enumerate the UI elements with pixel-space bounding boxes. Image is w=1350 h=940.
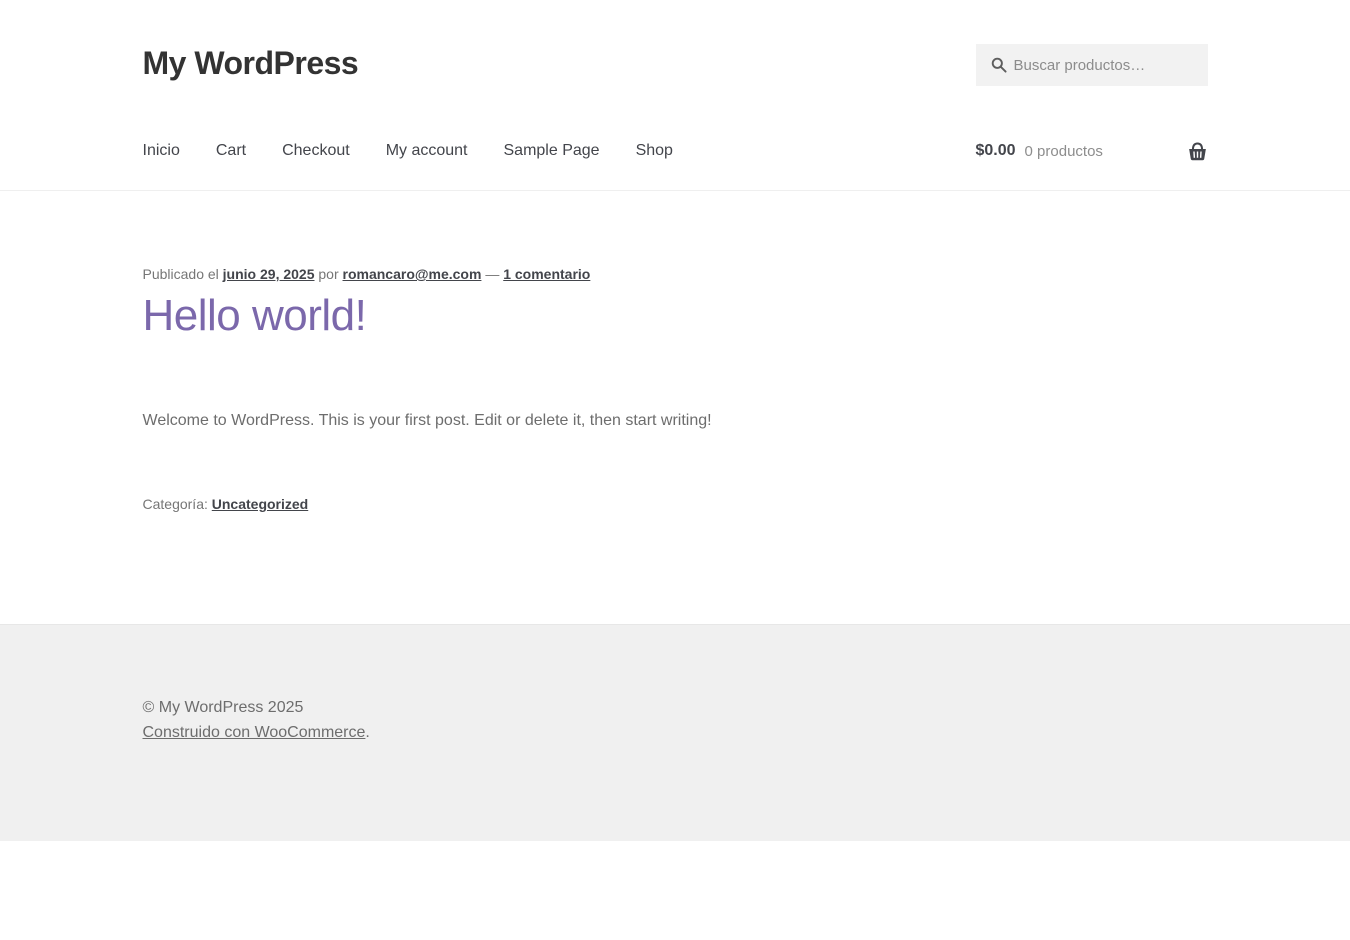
- nav-item-checkout[interactable]: Checkout: [282, 140, 350, 162]
- cart-total: $0.00: [975, 142, 1016, 159]
- product-search-form: [975, 44, 1208, 86]
- post-title: Hello world!: [143, 290, 1208, 342]
- post-content: Welcome to WordPress. This is your first…: [142, 412, 712, 429]
- site-main: Publicado el junio 29, 2025 por romancar…: [143, 191, 1208, 624]
- entry-meta: Publicado el junio 29, 2025 por romancar…: [143, 264, 1208, 284]
- site-header: My WordPress Inicio Cart Checkout My acc…: [0, 0, 1350, 191]
- nav-item-sample-page[interactable]: Sample Page: [504, 140, 600, 162]
- nav-item-my-account[interactable]: My account: [386, 140, 468, 162]
- nav-item-inicio[interactable]: Inicio: [143, 140, 180, 162]
- copyright-text: © My WordPress 2025: [142, 699, 304, 716]
- primary-navigation: Inicio Cart Checkout My account Sample P…: [143, 140, 1208, 190]
- woocommerce-credit-link[interactable]: Construido con WooCommerce: [143, 724, 366, 741]
- meta-published-label: Publicado el: [142, 266, 219, 282]
- post-taxonomy: Categoría: Uncategorized: [143, 494, 1208, 514]
- meta-by-label: por: [318, 266, 339, 282]
- search-icon: [991, 57, 1007, 73]
- meta-separator: —: [485, 266, 500, 282]
- post-comments-link[interactable]: 1 comentario: [503, 266, 590, 282]
- footer-credit: Construido con WooCommerce.: [143, 721, 1208, 744]
- category-link[interactable]: Uncategorized: [212, 496, 308, 512]
- header-top-row: My WordPress: [143, 44, 1208, 86]
- site-title-link[interactable]: My WordPress: [143, 44, 359, 82]
- search-input[interactable]: [975, 44, 1208, 86]
- cart-item-count: 0 productos: [1024, 142, 1103, 160]
- post-title-link[interactable]: Hello world!: [143, 291, 367, 340]
- post-date-link[interactable]: junio 29, 2025: [223, 266, 315, 282]
- nav-item-shop[interactable]: Shop: [636, 140, 673, 162]
- post-author-link[interactable]: romancaro@me.com: [343, 266, 482, 282]
- category-label: Categoría:: [142, 496, 208, 512]
- site-footer: © My WordPress 2025 Construido con WooCo…: [0, 624, 1350, 841]
- nav-item-cart[interactable]: Cart: [216, 140, 246, 162]
- post-article: Publicado el junio 29, 2025 por romancar…: [143, 264, 1208, 514]
- shopping-basket-icon: [1187, 142, 1208, 161]
- footer-inner: © My WordPress 2025 Construido con WooCo…: [143, 696, 1208, 744]
- header-cart-link[interactable]: $0.00 0 productos: [976, 142, 1208, 161]
- credit-period: .: [365, 724, 370, 741]
- nav-menu: Inicio Cart Checkout My account Sample P…: [143, 140, 673, 162]
